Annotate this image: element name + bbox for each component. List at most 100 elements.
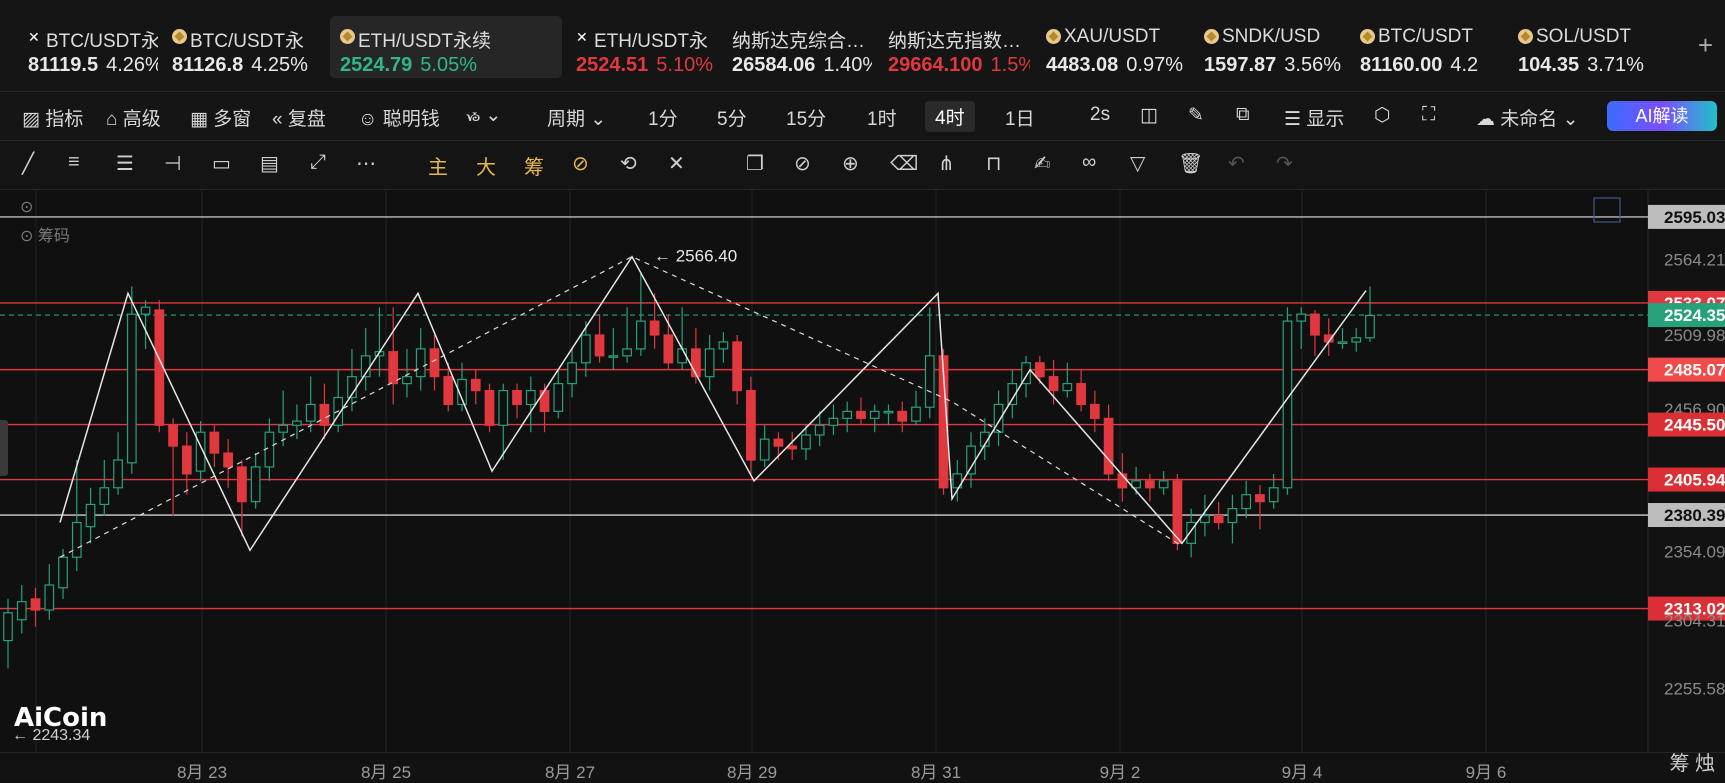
horizontal-lines-icon[interactable]: ☰ (116, 151, 134, 176)
lock-icon[interactable]: ⊓ (986, 151, 1002, 176)
interval-1m[interactable]: 1分 (648, 104, 678, 131)
candle-body (856, 410, 866, 419)
coin-icon (1360, 29, 1375, 44)
undo-icon[interactable]: ↶ (1228, 151, 1245, 176)
candle-body (126, 313, 137, 464)
edit-list-icon[interactable]: ✍ (1034, 151, 1051, 176)
symbol-tab[interactable]: ✕ ETH/USDT永 2524.51 5.10% (566, 16, 716, 78)
tab-price-value: 2524.79 (340, 54, 413, 76)
price-axis-label: 2304.31 (1664, 612, 1725, 631)
pencil-icon[interactable]: ✎ (1188, 104, 1204, 127)
candle-body (746, 389, 756, 461)
advanced-button[interactable]: ⌂ 高级 (106, 104, 161, 131)
arrow-icon[interactable]: ⤢ (310, 151, 326, 174)
candle-body (1365, 314, 1375, 339)
layout-name-label: 未命名 (1500, 109, 1558, 130)
price-axis-label: 2595.03 (1664, 208, 1725, 227)
tab-symbol-name: SNDK/USD (1222, 26, 1321, 47)
measure-icon[interactable]: ⊘ (794, 151, 811, 176)
multi-window-button[interactable]: ▦ 多窗 (190, 104, 251, 131)
symbol-tab[interactable]: ✕ BTC/USDT永 81119.5 4.26% (18, 16, 158, 78)
horizontal-ray-icon[interactable]: ⊣ (164, 151, 181, 176)
smart-money-icon: ☺ (358, 109, 378, 130)
candle-body (649, 320, 660, 336)
time-axis-label: 9月 2 (1099, 763, 1141, 782)
main-indicator-button[interactable]: 主 (428, 151, 448, 180)
candlestick-chart[interactable]: ← 2566.40← 2243.342595.032564.212533.072… (0, 190, 1725, 752)
period-dropdown[interactable]: 周期 ⌄ (547, 104, 606, 131)
parallel-channel-icon[interactable]: ≡ (68, 151, 80, 174)
replay-label: 复盘 (287, 109, 326, 130)
candle-body (1048, 376, 1059, 392)
rectangle-icon[interactable]: ▭ (212, 151, 231, 176)
camera-icon[interactable]: ◫ (1140, 104, 1158, 127)
candle-body (525, 389, 536, 406)
panel-handle[interactable] (0, 420, 8, 476)
tab-change-percent: 1.40% (823, 54, 872, 76)
drawing-toolbar: ╱ ≡ ☰ ⊣ ▭ ▤ ⤢ ⋯ 主 大 筹 ⊘ ⟲ ✕ ❐ ⊘ ⊕ ⌫ ⋔ ⊓ … (0, 141, 1725, 190)
time-axis-label: 8月 29 (726, 763, 778, 782)
tab-symbol-name: ETH/USDT永 (594, 31, 709, 52)
chips-button[interactable]: 筹 (524, 151, 544, 180)
candle-body (85, 503, 96, 528)
redo-icon[interactable]: ↷ (1276, 151, 1293, 176)
multi-window-label: 多窗 (213, 109, 252, 130)
display-label: 显示 (1306, 109, 1345, 130)
ruler-icon[interactable]: ▤ (260, 151, 279, 176)
axis-corner-label[interactable]: 筹 烛 (1669, 747, 1715, 776)
trend-line-icon[interactable]: ╱ (22, 151, 34, 176)
candle-body (773, 438, 784, 447)
auto-draw-icon[interactable]: ⊘ (572, 151, 589, 176)
settings-icon[interactable]: ⬡ (1374, 104, 1391, 127)
fullscreen-icon[interactable]: ⛶ (1422, 104, 1435, 126)
symbol-tab[interactable]: SOL/USDT 104.35 3.71% (1508, 16, 1658, 78)
display-button[interactable]: ☰ 显示 (1284, 104, 1344, 131)
chips-toggle[interactable]: ⊙ 筹码 (20, 222, 70, 246)
refresh-interval[interactable]: 2s (1090, 104, 1110, 126)
smart-money-button[interactable]: ☺ 聪明钱 (358, 104, 440, 131)
interval-4h[interactable]: 4时 (925, 101, 975, 132)
sync-icon[interactable]: ⟲ (620, 151, 637, 176)
link-icon[interactable]: ∞ (1082, 151, 1096, 174)
filter-icon[interactable]: ▽ (1130, 151, 1145, 176)
magnet-icon[interactable]: ⋔ (938, 151, 955, 176)
eraser-icon[interactable]: ⌫ (890, 151, 918, 176)
symbol-tab[interactable]: BTC/USDT永 81126.8 4.25% (162, 16, 322, 78)
candle-body (1351, 337, 1362, 343)
candle-body (869, 410, 880, 419)
candle-body (580, 334, 591, 364)
symbol-tab[interactable]: BTC/USDT 81160.00 4.2 (1350, 16, 1502, 78)
interval-1h[interactable]: 1时 (867, 104, 897, 131)
candle-body (1227, 508, 1238, 524)
x-icon: ✕ (576, 29, 588, 45)
replay-button[interactable]: « 复盘 (272, 104, 326, 131)
candle-body (663, 334, 674, 364)
chart-type-dropdown[interactable]: ᏹ ⌄ (466, 104, 501, 127)
candle-body (1282, 320, 1293, 489)
big-order-button[interactable]: 大 (476, 151, 496, 180)
interval-15m[interactable]: 15分 (786, 104, 826, 131)
layout-name-dropdown[interactable]: ☁ 未命名 ⌄ (1476, 104, 1579, 131)
collapse-icon[interactable]: ⊙ (20, 197, 33, 217)
indicator-button[interactable]: ▨ 指标 (22, 104, 83, 131)
symbol-tab[interactable]: XAU/USDT 4483.08 0.97% (1036, 16, 1188, 78)
symbol-tab[interactable]: 纳斯达克综合…26584.06 1.40% (722, 16, 872, 78)
candle-body (787, 445, 798, 450)
interval-1d[interactable]: 1日 (1005, 104, 1035, 131)
copy-icon[interactable]: ❐ (746, 151, 764, 176)
zoom-in-icon[interactable]: ⊕ (842, 151, 859, 176)
trash-icon[interactable]: 🗑 (1178, 151, 1203, 176)
ai-interpret-button[interactable]: AI解读 (1607, 101, 1717, 131)
new-window-icon[interactable]: ⧉ (1236, 104, 1250, 126)
symbol-tab[interactable]: 纳斯达克指数…29664.100 1.5% (878, 16, 1030, 78)
candle-body (966, 445, 976, 475)
interval-5m[interactable]: 5分 (717, 104, 747, 131)
time-axis-label: 8月 23 (176, 763, 228, 782)
symbol-tab[interactable]: SNDK/USD 1597.87 3.56% (1194, 16, 1344, 78)
hide-drawings-icon[interactable]: ✕ (668, 151, 685, 176)
candle-body (567, 362, 577, 385)
candle-body (264, 431, 275, 468)
add-tab-icon[interactable]: + (1698, 30, 1713, 61)
symbol-tab[interactable]: ETH/USDT永续 2524.79 5.05% (330, 16, 562, 78)
more-tools-icon[interactable]: ⋯ (356, 151, 376, 176)
